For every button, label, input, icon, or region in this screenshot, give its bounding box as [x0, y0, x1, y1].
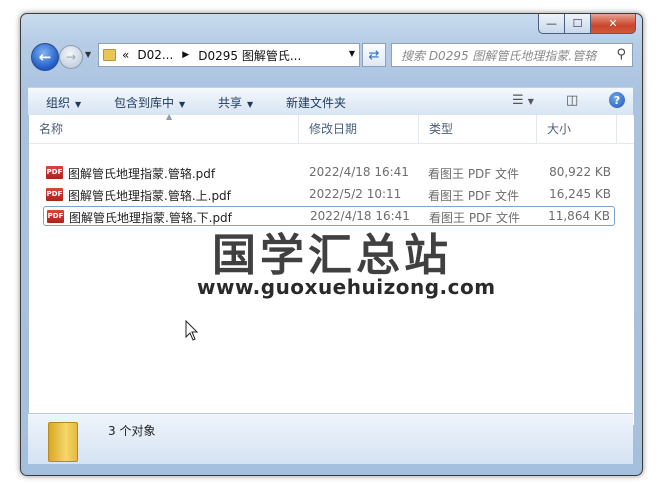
breadcrumb-separator-icon[interactable]: ▶: [182, 50, 189, 60]
include-in-library-button[interactable]: 包含到库中 ▼: [114, 94, 185, 111]
folder-icon: [48, 422, 78, 462]
column-date[interactable]: 修改日期: [299, 115, 419, 143]
new-folder-label: 新建文件夹: [286, 96, 347, 110]
column-type-label: 类型: [429, 122, 454, 136]
share-button[interactable]: 共享 ▼: [218, 94, 253, 111]
search-input[interactable]: 搜索 D0295 图解管氏地理指蒙.管辂: [392, 47, 609, 64]
search-box[interactable]: 搜索 D0295 图解管氏地理指蒙.管辂 ⚲: [391, 43, 633, 67]
column-name[interactable]: 名称 ▲: [29, 112, 299, 143]
mouse-cursor-icon: [185, 320, 199, 341]
back-button[interactable]: ←: [31, 43, 59, 71]
column-date-label: 修改日期: [309, 122, 358, 136]
explorer-window: — ☐ ✕ ← → ▼ « D02... ▶ D0295 图解管氏... ▼ ⇄…: [20, 13, 643, 476]
file-type: 看图王 PDF 文件: [428, 189, 520, 203]
share-label: 共享: [218, 96, 243, 110]
forward-button[interactable]: →: [59, 45, 83, 69]
breadcrumb-current[interactable]: D0295 图解管氏...: [198, 47, 301, 64]
details-pane: 3 个对象: [28, 413, 633, 464]
file-list: 名称 ▲ 修改日期 类型 大小 PDF 图解管氏地理指蒙.管辂.pdf 2022…: [28, 112, 635, 425]
file-row[interactable]: PDF 图解管氏地理指蒙.管辂.上.pdf 2022/5/2 10:11 看图王…: [43, 185, 615, 205]
minimize-button[interactable]: —: [538, 14, 565, 34]
file-name: 图解管氏地理指蒙.管辂.上.pdf: [68, 189, 231, 203]
item-count: 3 个对象: [108, 424, 156, 438]
folder-icon: [103, 49, 116, 61]
help-icon[interactable]: ?: [609, 92, 625, 108]
recent-pages-dropdown[interactable]: ▼: [85, 50, 91, 59]
command-bar: 组织 ▼ 包含到库中 ▼ 共享 ▼ 新建文件夹 ☰ ▼ ◫ ?: [28, 87, 633, 116]
column-size[interactable]: 大小: [537, 115, 617, 143]
file-row[interactable]: PDF 图解管氏地理指蒙.管辂.pdf 2022/4/18 16:41 看图王 …: [43, 163, 615, 183]
pdf-file-icon: PDF: [46, 166, 63, 179]
refresh-button[interactable]: ⇄: [362, 43, 386, 67]
navigation-bar: ← → ▼ « D02... ▶ D0295 图解管氏... ▼ ⇄ 搜索 D0…: [29, 43, 634, 73]
file-size: 11,864 KB: [548, 209, 610, 223]
close-button[interactable]: ✕: [591, 14, 636, 34]
sort-ascending-icon: ▲: [166, 112, 173, 121]
organize-label: 组织: [46, 96, 71, 110]
column-type[interactable]: 类型: [419, 115, 537, 143]
caption-buttons: — ☐ ✕: [538, 14, 636, 34]
file-type: 看图王 PDF 文件: [428, 167, 520, 181]
new-folder-button[interactable]: 新建文件夹: [286, 94, 346, 111]
watermark-url: www.guoxuehuizong.com: [197, 275, 496, 299]
file-date: 2022/4/18 16:41: [309, 165, 409, 179]
file-size: 16,245 KB: [549, 187, 611, 201]
chevron-down-icon: ▼: [75, 100, 82, 109]
breadcrumb-overflow[interactable]: «: [122, 48, 129, 62]
organize-button[interactable]: 组织 ▼: [46, 94, 81, 111]
pdf-file-icon: PDF: [47, 210, 64, 223]
file-size: 80,922 KB: [549, 165, 611, 179]
breadcrumb-root[interactable]: D02...: [137, 48, 173, 62]
search-icon[interactable]: ⚲: [616, 47, 626, 62]
chevron-down-icon: ▼: [247, 100, 254, 109]
view-options-icon[interactable]: ☰ ▼: [512, 93, 534, 108]
file-name: 图解管氏地理指蒙.管辂.pdf: [68, 167, 216, 181]
file-date: 2022/5/2 10:11: [309, 187, 402, 201]
column-name-label: 名称: [39, 122, 64, 136]
maximize-button[interactable]: ☐: [565, 14, 591, 34]
back-arrow-icon: ←: [38, 48, 52, 66]
forward-arrow-icon: →: [65, 50, 77, 64]
column-header-row: 名称 ▲ 修改日期 类型 大小: [29, 112, 634, 144]
column-size-label: 大小: [547, 122, 572, 136]
address-dropdown-icon[interactable]: ▼: [349, 49, 355, 58]
include-library-label: 包含到库中: [114, 96, 175, 110]
address-bar[interactable]: « D02... ▶ D0295 图解管氏... ▼: [98, 43, 360, 67]
file-name: 图解管氏地理指蒙.管辂.下.pdf: [69, 211, 232, 225]
preview-pane-icon[interactable]: ◫: [566, 93, 578, 108]
chevron-down-icon: ▼: [179, 100, 186, 109]
watermark-title: 国学汇总站: [212, 230, 452, 281]
refresh-icon: ⇄: [368, 47, 380, 63]
pdf-file-icon: PDF: [46, 188, 63, 201]
